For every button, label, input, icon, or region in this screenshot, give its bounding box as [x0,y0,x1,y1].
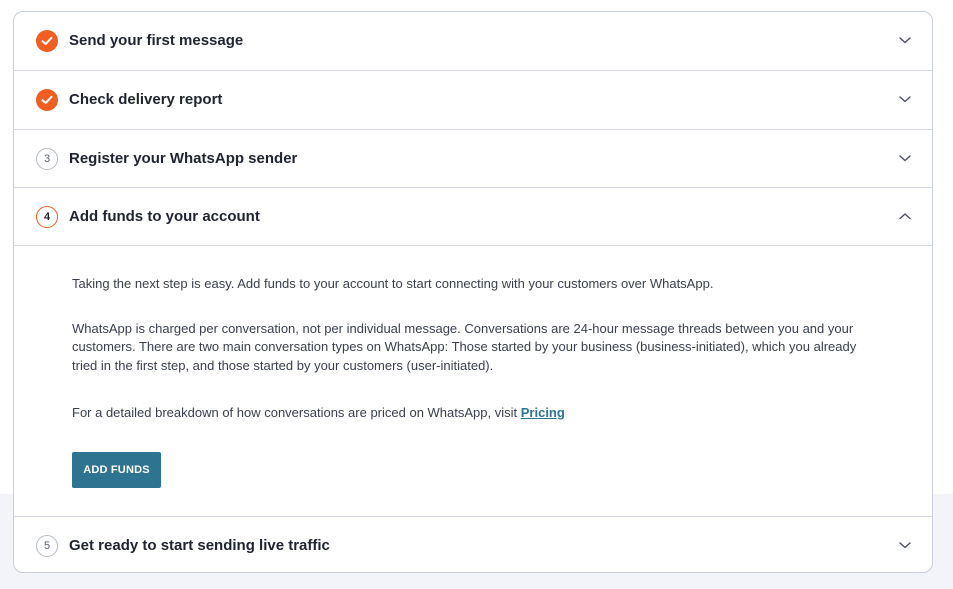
pricing-sentence: For a detailed breakdown of how conversa… [72,405,521,420]
step-2: Check delivery report [14,71,932,130]
panel-intro-text: Taking the next step is easy. Add funds … [72,276,714,291]
step-5: 5 Get ready to start sending live traffi… [14,517,932,572]
step-5-number: 5 [43,539,51,552]
step-3-title: Register your WhatsApp sender [69,150,298,167]
step-4-header[interactable]: 4 Add funds to your account [14,188,932,246]
step-4-number-badge: 4 [36,206,58,228]
step-3: 3 Register your WhatsApp sender [14,130,932,188]
step-1-title: Send your first message [69,32,244,49]
check-icon [41,36,53,45]
add-funds-button[interactable]: ADD FUNDS [72,452,161,488]
step-1-check-badge [36,30,58,52]
step-1: Send your first message [14,12,932,71]
step-5-number-badge: 5 [36,535,58,557]
step-2-title: Check delivery report [69,91,223,108]
onboarding-steps-card: Send your first message Check delivery r… [13,11,933,573]
chevron-down-icon[interactable] [898,35,912,45]
step-3-header[interactable]: 3 Register your WhatsApp sender [14,130,932,188]
step-2-check-badge [36,89,58,111]
pricing-link[interactable]: Pricing [521,405,565,420]
step-5-title: Get ready to start sending live traffic [69,537,330,554]
check-icon [41,95,53,104]
panel-pricing-link-text: For a detailed breakdown of how conversa… [72,404,882,422]
step-1-header[interactable]: Send your first message [14,12,932,70]
step-3-number-badge: 3 [36,148,58,170]
step-4: 4 Add funds to your account [14,188,932,246]
chevron-down-icon[interactable] [898,94,912,104]
step-4-panel: Taking the next step is easy. Add funds … [14,246,932,517]
step-3-number: 3 [43,152,51,165]
panel-pricing-explanation: WhatsApp is charged per conversation, no… [72,321,857,373]
step-4-number: 4 [43,210,51,223]
step-2-header[interactable]: Check delivery report [14,71,932,129]
step-5-header[interactable]: 5 Get ready to start sending live traffi… [14,517,932,572]
chevron-up-icon[interactable] [898,211,912,221]
step-4-title: Add funds to your account [69,208,260,225]
chevron-down-icon[interactable] [898,153,912,163]
chevron-down-icon[interactable] [898,540,912,550]
